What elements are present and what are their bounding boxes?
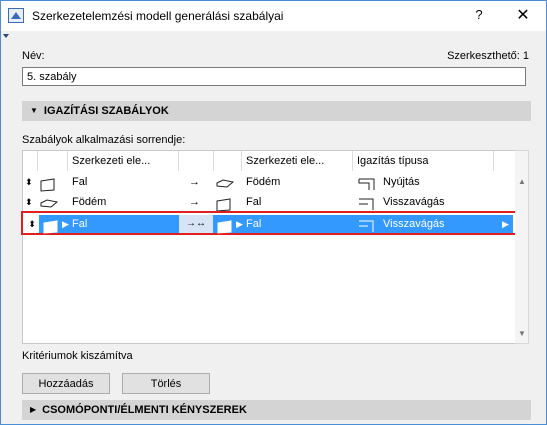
name-label: Név: (22, 50, 45, 62)
table-row-selected[interactable]: ⬍ ▶ Fal →↔ ▶ Fal Visszavágás ▶ (25, 215, 513, 234)
to-element-cell: Fal (246, 196, 262, 208)
section-title: IGAZÍTÁSI SZABÁLYOK (43, 105, 169, 117)
alignment-rules-section-header[interactable]: ▼ IGAZÍTÁSI SZABÁLYOK (22, 101, 531, 121)
column-divider (241, 151, 242, 171)
alignment-type-cell: Nyújtás (383, 176, 420, 188)
alignment-type-cell[interactable]: Visszavágás (383, 215, 445, 233)
drag-handle-icon[interactable]: ⬍ (25, 215, 39, 233)
rule-name-input[interactable]: 5. szabály (22, 67, 526, 86)
table-scrollbar[interactable]: ▲ ▼ (515, 150, 529, 344)
wall-icon (43, 220, 58, 234)
dropdown-arrow-icon[interactable]: ▶ (236, 215, 243, 233)
section-title: CSOMÓPONTI/ÉLMENTI KÉNYSZEREK (42, 404, 247, 416)
drag-handle-icon[interactable]: ⬍ (25, 192, 33, 212)
from-element-cell: Fal (72, 176, 88, 188)
delete-button[interactable]: Törlés (122, 373, 210, 394)
constraints-section-header[interactable]: ▶ CSOMÓPONTI/ÉLMENTI KÉNYSZEREK (22, 400, 531, 420)
title-bar: Szerkezetelemzési modell generálási szab… (1, 1, 546, 31)
criteria-label: Kritériumok kiszámítva (22, 350, 133, 362)
chevron-right-icon: ▶ (30, 405, 37, 414)
from-element-cell: Födém (72, 196, 107, 208)
to-element-cell: Födém (246, 176, 281, 188)
close-button[interactable]: ✕ (511, 5, 535, 27)
table-row[interactable]: ⬍ Födém → Fal Visszavágás (23, 192, 516, 212)
editable-count-label: Szerkeszthető: 1 (447, 50, 529, 62)
column-divider (493, 151, 494, 171)
add-button[interactable]: Hozzáadás (22, 373, 110, 394)
selected-row-highlight: ⬍ ▶ Fal →↔ ▶ Fal Visszavágás ▶ (21, 211, 517, 235)
app-icon (8, 8, 24, 23)
chevron-down-icon: ▼ (30, 106, 38, 115)
help-button[interactable]: ? (471, 7, 487, 25)
table-row[interactable]: ⬍ Fal → Födém Nyújtás (23, 172, 516, 192)
trim-type-icon (359, 220, 374, 232)
alignment-type-cell: Visszavágás (383, 196, 445, 208)
column-divider (178, 151, 179, 171)
arrow-right-icon: → (189, 196, 200, 208)
rule-order-label: Szabályok alkalmazási sorrendje: (22, 134, 186, 146)
column-divider (352, 151, 353, 171)
column-header-to-element[interactable]: Szerkezeti ele... (246, 151, 324, 171)
window-title: Szerkezetelemzési modell generálási szab… (32, 9, 284, 23)
column-divider (213, 151, 214, 171)
rules-table: Szerkezeti ele... Szerkezeti ele... Igaz… (21, 150, 517, 344)
drag-handle-icon[interactable]: ⬍ (25, 172, 33, 192)
menu-arrow-icon (3, 34, 9, 38)
arrow-right-icon: → (189, 176, 200, 188)
to-element-cell[interactable]: Fal (246, 215, 261, 233)
wall-icon (217, 220, 232, 234)
scroll-up-icon[interactable]: ▲ (518, 177, 526, 186)
column-header-from-element[interactable]: Szerkezeti ele... (72, 151, 150, 171)
dropdown-arrow-icon[interactable]: ▶ (502, 215, 509, 233)
dialog-window: Szerkezetelemzési modell generálási szab… (0, 0, 547, 425)
column-header-alignment-type[interactable]: Igazítás típusa (357, 151, 429, 171)
from-element-cell[interactable]: Fal (72, 215, 87, 233)
bidirectional-arrow-icon[interactable]: →↔ (179, 215, 213, 233)
dropdown-arrow-icon[interactable]: ▶ (62, 215, 69, 233)
column-divider (67, 151, 68, 171)
column-divider (37, 151, 38, 171)
scroll-down-icon[interactable]: ▼ (518, 329, 526, 338)
extend-type-icon (358, 178, 375, 190)
